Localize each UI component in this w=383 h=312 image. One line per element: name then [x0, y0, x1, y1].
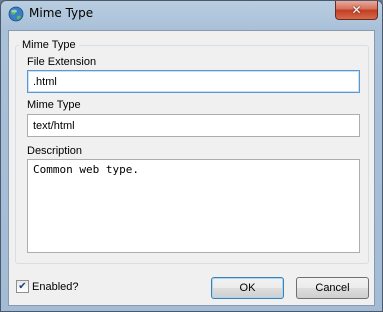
description-field[interactable]: Common web type.	[27, 159, 360, 253]
mime-type-label: Mime Type	[27, 99, 81, 111]
window-title: Mime Type	[29, 6, 94, 20]
mime-type-dialog: Mime Type ✕ Mime Type File Extension Mim…	[0, 0, 383, 312]
enabled-checkbox[interactable]: ✔	[16, 280, 29, 293]
enabled-label: Enabled?	[32, 280, 79, 293]
ok-button[interactable]: OK	[211, 277, 284, 299]
file-extension-field[interactable]	[27, 70, 360, 93]
description-label: Description	[27, 145, 83, 157]
enabled-checkbox-row[interactable]: ✔ Enabled?	[16, 280, 79, 293]
mime-type-field[interactable]	[27, 114, 360, 137]
cancel-button[interactable]: Cancel	[296, 277, 369, 299]
checkmark-icon: ✔	[18, 280, 27, 292]
close-button[interactable]: ✕	[335, 1, 378, 20]
title-bar[interactable]: Mime Type ✕	[1, 1, 382, 28]
globe-app-icon	[8, 6, 24, 22]
dialog-client-area: Mime Type File Extension Mime Type Descr…	[8, 30, 375, 306]
close-icon: ✕	[351, 3, 362, 17]
groupbox-legend: Mime Type	[19, 39, 79, 51]
file-extension-label: File Extension	[27, 56, 97, 68]
